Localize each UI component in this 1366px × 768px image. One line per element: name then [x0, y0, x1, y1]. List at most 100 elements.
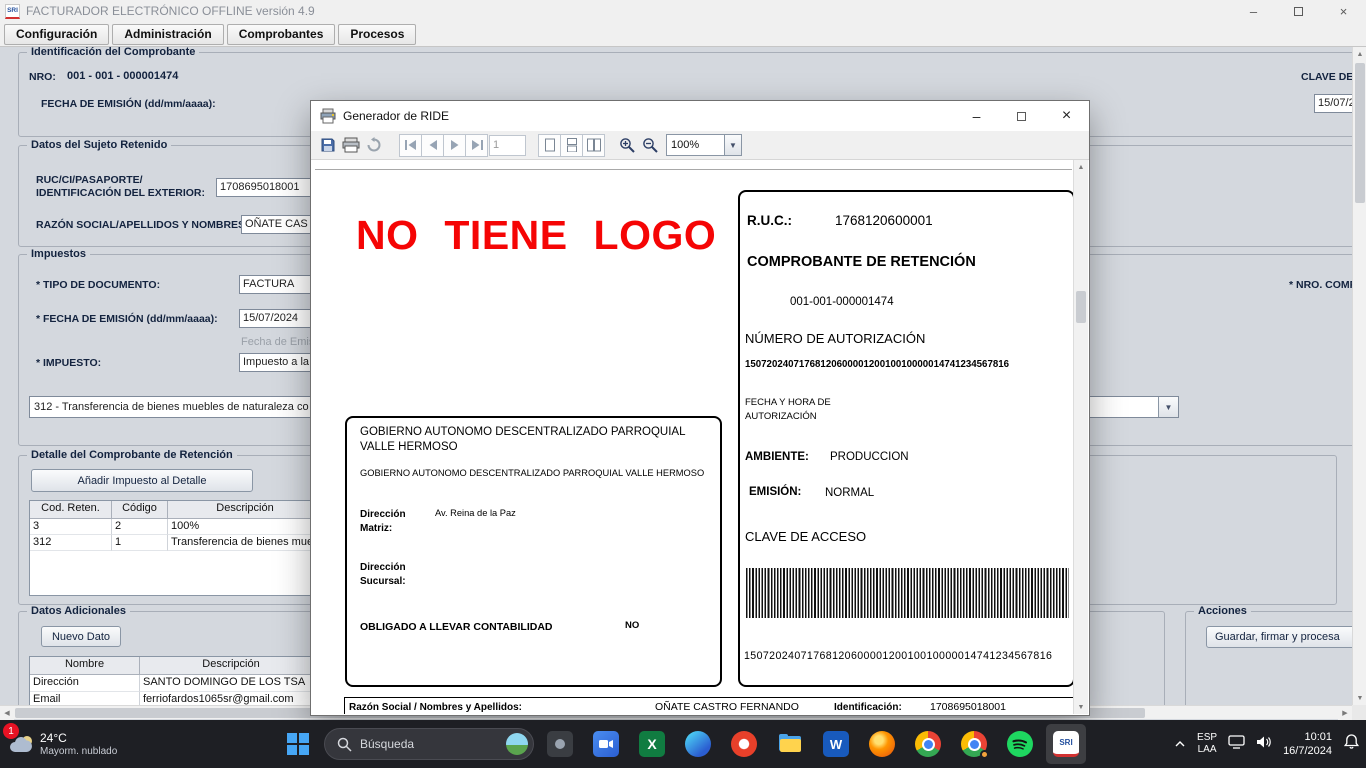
no-logo-text: NO TIENE LOGO: [356, 212, 716, 259]
nuevo-dato-button[interactable]: Nuevo Dato: [41, 626, 121, 647]
taskbar-app-chrome[interactable]: [908, 724, 948, 764]
next-page-button[interactable]: [443, 134, 466, 157]
emitter-razon-social: GOBIERNO AUTONOMO DESCENTRALIZADO PARROQ…: [360, 425, 712, 455]
search-box[interactable]: Búsqueda: [324, 728, 534, 760]
dialog-minimize-button[interactable]: –: [954, 101, 999, 131]
clave-acceso-label: CLAVE DE A: [1301, 71, 1352, 83]
preview-scrollbar[interactable]: ▲ ▼: [1073, 160, 1088, 714]
volume-icon[interactable]: [1256, 735, 1272, 754]
cell: Dirección: [30, 675, 140, 692]
taskbar-app-excel[interactable]: X: [632, 724, 672, 764]
section-title: Identificación del Comprobante: [27, 47, 199, 58]
cell: 312: [30, 535, 112, 551]
direccion-matriz-label: Dirección Matriz:: [360, 508, 418, 535]
table-row[interactable]: Email ferriofardos1065sr@gmail.com: [30, 692, 323, 705]
facing-pages-layout-button[interactable]: [582, 134, 605, 157]
word-icon: W: [823, 731, 849, 757]
zoom-out-button[interactable]: [639, 134, 662, 157]
taskbar-app-word[interactable]: W: [816, 724, 856, 764]
add-impuesto-button[interactable]: Añadir Impuesto al Detalle: [31, 469, 253, 492]
taskbar-app-snip-tool[interactable]: [540, 724, 580, 764]
table-row[interactable]: Dirección SANTO DOMINGO DE LOS TSA: [30, 675, 323, 692]
start-button[interactable]: [278, 724, 318, 764]
zoom-level-select[interactable]: 100% ▼: [666, 134, 742, 156]
ride-dialog-titlebar[interactable]: Generador de RIDE – ×: [311, 101, 1089, 131]
section-title: Detalle del Comprobante de Retención: [27, 449, 237, 461]
save-button[interactable]: [316, 134, 339, 157]
menu-comprobantes[interactable]: Comprobantes: [227, 24, 336, 45]
taskbar-app-opera[interactable]: [724, 724, 764, 764]
ruc-label: R.U.C.:: [747, 213, 792, 228]
maximize-button[interactable]: [1276, 0, 1321, 22]
table-row[interactable]: 312 1 Transferencia de bienes muebl: [30, 535, 323, 551]
adicionales-table-header: Nombre Descripción: [30, 657, 323, 675]
detalle-table: Cod. Reten. Código Descripción 3 2 100% …: [29, 500, 324, 596]
taskbar-app-firefox[interactable]: [862, 724, 902, 764]
guardar-firmar-button[interactable]: Guardar, firmar y procesa: [1206, 626, 1352, 648]
chevron-down-icon[interactable]: ▼: [1158, 397, 1178, 417]
refresh-button[interactable]: [362, 134, 385, 157]
clave-acceso-field[interactable]: 15/07/2024: [1314, 94, 1352, 113]
zoom-in-button[interactable]: [616, 134, 639, 157]
continuous-layout-button[interactable]: [560, 134, 583, 157]
column-header[interactable]: Descripción: [140, 657, 323, 675]
cell: 1: [112, 535, 168, 551]
taskbar-app-sri-facturador[interactable]: SRI: [1046, 724, 1086, 764]
display-icon[interactable]: [1228, 735, 1245, 754]
weather-widget[interactable]: 1 24°C Mayorm. nublado: [0, 720, 127, 768]
language-indicator[interactable]: ESP LAA: [1197, 732, 1217, 757]
first-page-button[interactable]: [399, 134, 422, 157]
page-top-edge: [315, 169, 1072, 170]
dialog-close-button[interactable]: ×: [1044, 101, 1089, 131]
tray-chevron-up-icon[interactable]: [1174, 735, 1186, 753]
scroll-down-button[interactable]: ▼: [1353, 691, 1366, 705]
scroll-up-button[interactable]: ▲: [1353, 47, 1366, 61]
table-row[interactable]: 3 2 100%: [30, 519, 323, 535]
taskbar-app-spotify[interactable]: [1000, 724, 1040, 764]
nro-label: NRO:: [29, 71, 56, 83]
scrollbar-thumb[interactable]: [1076, 291, 1086, 323]
column-header[interactable]: Cod. Reten.: [30, 501, 112, 519]
clock[interactable]: 10:01 16/7/2024: [1283, 730, 1332, 759]
scroll-up-button[interactable]: ▲: [1074, 160, 1088, 174]
previous-page-button[interactable]: [421, 134, 444, 157]
print-button[interactable]: [339, 134, 362, 157]
scroll-right-button[interactable]: ▶: [1338, 706, 1352, 720]
menu-administracion[interactable]: Administración: [112, 24, 223, 45]
column-header[interactable]: Descripción: [168, 501, 323, 519]
column-header[interactable]: Código: [112, 501, 168, 519]
menu-configuracion[interactable]: Configuración: [4, 24, 109, 45]
fecha-emision-hint: Fecha de Emis: [241, 336, 314, 348]
taskbar-app-file-explorer[interactable]: [770, 724, 810, 764]
clave-acceso-value: 1507202407176812060000120010010000014741…: [744, 650, 1052, 662]
chevron-down-icon[interactable]: ▼: [724, 135, 741, 155]
minimize-button[interactable]: –: [1231, 0, 1276, 22]
fecha-emision-doc-label: * FECHA DE EMISIÓN (dd/mm/aaaa):: [36, 313, 218, 325]
taskbar-app-chrome-2[interactable]: [954, 724, 994, 764]
vertical-scrollbar[interactable]: ▲ ▼: [1352, 47, 1366, 705]
dialog-maximize-button[interactable]: [999, 101, 1044, 131]
search-icon: [337, 737, 352, 752]
ruc-label-line1: RUC/CI/PASAPORTE/: [36, 174, 143, 186]
cell: 2: [112, 519, 168, 535]
scroll-left-button[interactable]: ◀: [0, 706, 14, 720]
section-title: Acciones: [1194, 605, 1251, 617]
menu-procesos[interactable]: Procesos: [338, 24, 416, 45]
scrollbar-thumb[interactable]: [1355, 63, 1365, 203]
page-number-input[interactable]: [489, 135, 526, 156]
taskbar-app-video-chat[interactable]: [586, 724, 626, 764]
taskbar: 1 24°C Mayorm. nublado Búsqueda X W: [0, 720, 1366, 768]
single-page-layout-button[interactable]: [538, 134, 561, 157]
direccion-matriz-value: Av. Reina de la Paz: [435, 508, 516, 518]
last-page-button[interactable]: [465, 134, 488, 157]
emision-value: NORMAL: [825, 487, 874, 499]
ride-toolbar: 100% ▼: [311, 131, 1089, 160]
close-button[interactable]: ×: [1321, 0, 1366, 22]
column-header[interactable]: Nombre: [30, 657, 140, 675]
scroll-down-button[interactable]: ▼: [1074, 700, 1088, 714]
search-highlight-image[interactable]: [506, 733, 528, 755]
notifications-bell-icon[interactable]: [1343, 733, 1360, 755]
main-window-titlebar[interactable]: SRI FACTURADOR ELECTRÓNICO OFFLINE versi…: [0, 0, 1366, 22]
taskbar-app-edge[interactable]: [678, 724, 718, 764]
section-acciones: Acciones Guardar, firmar y procesa: [1185, 611, 1352, 705]
